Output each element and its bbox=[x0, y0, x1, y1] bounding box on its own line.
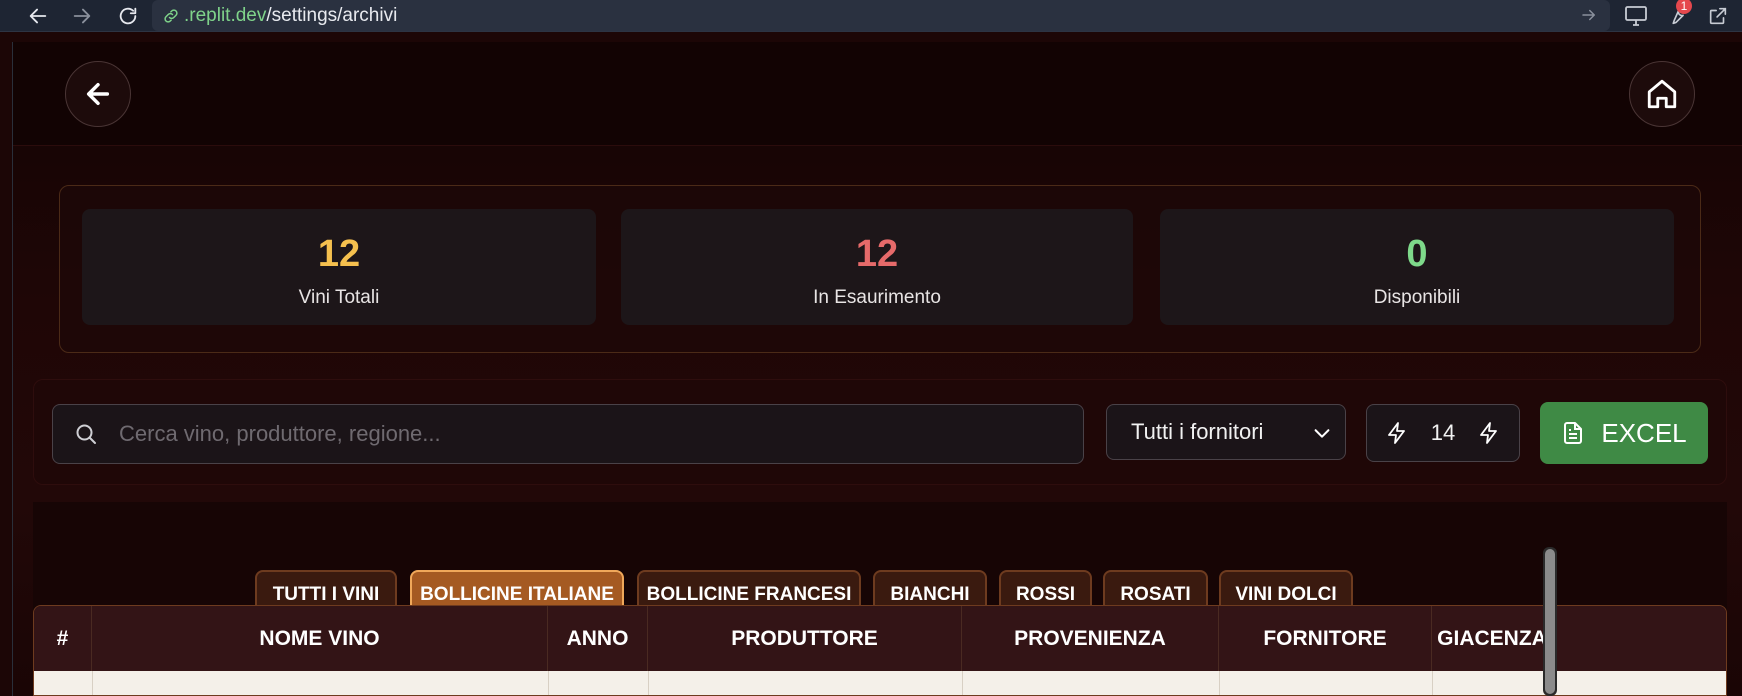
browser-toolbar: .replit.dev/settings/archivi 1 bbox=[0, 0, 1742, 32]
chevron-down-icon bbox=[1311, 422, 1333, 450]
notification-badge: 1 bbox=[1676, 0, 1692, 14]
stat-value: 12 bbox=[317, 233, 361, 275]
column-divider bbox=[548, 671, 549, 695]
search-input[interactable] bbox=[119, 405, 1083, 463]
column-header-stock[interactable]: GIACENZA bbox=[1432, 606, 1552, 671]
stat-label: In Esaurimento bbox=[813, 287, 941, 308]
app-container: 12 Vini Totali 12 In Esaurimento 0 Dispo… bbox=[12, 42, 1742, 696]
column-divider bbox=[962, 671, 963, 695]
category-label: ROSSI bbox=[1015, 584, 1076, 605]
column-divider bbox=[648, 671, 649, 695]
column-header-index[interactable]: # bbox=[34, 606, 92, 671]
link-icon bbox=[164, 8, 178, 23]
file-text-icon bbox=[1561, 421, 1585, 445]
search-box bbox=[52, 404, 1084, 464]
stat-card-low-stock: 12 In Esaurimento bbox=[621, 209, 1133, 325]
stat-value: 12 bbox=[855, 233, 899, 275]
supplier-select-value: Tutti i fornitori bbox=[1131, 419, 1264, 444]
home-icon bbox=[1647, 79, 1677, 109]
bolt-icon[interactable] bbox=[1477, 421, 1501, 445]
column-header-year[interactable]: ANNO bbox=[548, 606, 648, 671]
column-header-supplier[interactable]: FORNITORE bbox=[1219, 606, 1432, 671]
stepper-value: 14 bbox=[1430, 420, 1456, 445]
category-label: BOLLICINE ITALIANE bbox=[420, 584, 614, 605]
table-body bbox=[34, 671, 1726, 695]
browser-back-button[interactable] bbox=[24, 2, 52, 30]
category-label: ROSATI bbox=[1120, 584, 1191, 605]
column-header-producer[interactable]: PRODUTTORE bbox=[648, 606, 962, 671]
stat-value: 0 bbox=[1406, 233, 1428, 275]
url-path: /settings/archivi bbox=[266, 4, 398, 26]
browser-reload-button[interactable] bbox=[114, 2, 142, 30]
home-button[interactable] bbox=[1629, 61, 1695, 127]
stat-card-available: 0 Disponibili bbox=[1160, 209, 1674, 325]
go-arrow-icon[interactable] bbox=[1580, 6, 1598, 30]
arrow-left-icon bbox=[29, 8, 47, 24]
supplier-select[interactable]: Tutti i fornitori bbox=[1106, 404, 1346, 460]
category-label: TUTTI I VINI bbox=[272, 584, 380, 605]
stats-panel: 12 Vini Totali 12 In Esaurimento 0 Dispo… bbox=[59, 185, 1701, 353]
reload-icon bbox=[119, 7, 137, 25]
table-header: # NOME VINO ANNO PRODUTTORE PROVENIENZA … bbox=[34, 606, 1726, 671]
filter-toolbar: Tutti i fornitori 14 EXCEL bbox=[33, 379, 1727, 485]
quantity-stepper: 14 bbox=[1366, 404, 1520, 462]
stat-label: Disponibili bbox=[1373, 287, 1461, 308]
table-scrollbar[interactable] bbox=[1543, 547, 1557, 696]
wrench-icon[interactable]: 1 bbox=[1662, 0, 1692, 30]
category-label: BIANCHI bbox=[890, 584, 970, 605]
column-header-name[interactable]: NOME VINO bbox=[92, 606, 548, 671]
search-icon bbox=[73, 421, 99, 447]
column-divider bbox=[1432, 671, 1433, 695]
bolt-icon[interactable] bbox=[1385, 421, 1409, 445]
scrollbar-thumb[interactable] bbox=[1545, 549, 1555, 694]
excel-button-label: EXCEL bbox=[1601, 417, 1687, 448]
arrow-right-icon bbox=[73, 8, 91, 24]
wine-table: # NOME VINO ANNO PRODUTTORE PROVENIENZA … bbox=[33, 605, 1727, 696]
monitor-icon[interactable] bbox=[1622, 2, 1650, 30]
url-host: .replit.dev bbox=[184, 4, 267, 26]
app-header bbox=[13, 42, 1742, 146]
column-divider bbox=[1219, 671, 1220, 695]
column-header-origin[interactable]: PROVENIENZA bbox=[962, 606, 1219, 671]
excel-export-button[interactable]: EXCEL bbox=[1540, 402, 1708, 464]
category-label: BOLLICINE FRANCESI bbox=[646, 584, 852, 605]
stat-card-total: 12 Vini Totali bbox=[82, 209, 596, 325]
browser-forward-button[interactable] bbox=[68, 2, 96, 30]
arrow-left-icon bbox=[86, 82, 110, 106]
category-label: VINI DOLCI bbox=[1235, 584, 1337, 605]
address-bar[interactable]: .replit.dev/settings/archivi bbox=[152, 0, 1610, 31]
back-button[interactable] bbox=[65, 61, 131, 127]
stat-label: Vini Totali bbox=[298, 287, 380, 308]
column-divider bbox=[92, 671, 93, 695]
external-link-icon[interactable] bbox=[1704, 2, 1732, 30]
